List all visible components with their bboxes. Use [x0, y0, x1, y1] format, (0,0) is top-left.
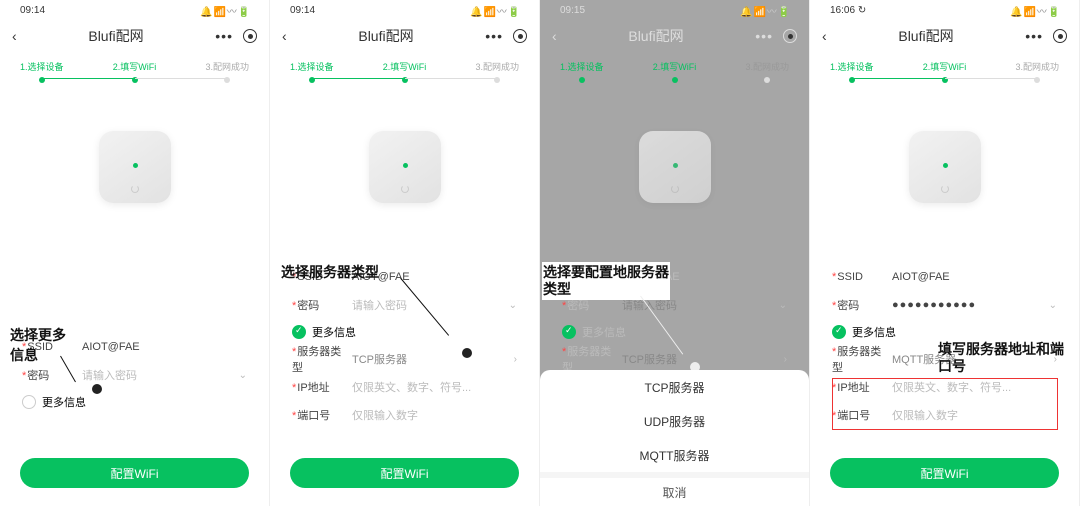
stepper: 1.选择设备 2.填写WiFi 3.配网成功	[810, 52, 1079, 83]
status-icons: 🔔 📶 〰 🔋	[200, 3, 249, 18]
chevron-down-icon[interactable]: ⌄	[239, 370, 247, 381]
configure-wifi-button[interactable]: 配置WiFi	[290, 458, 519, 488]
server-type-row[interactable]: 服务器类型MQTT服务器›	[832, 345, 1057, 373]
more-info-toggle[interactable]: 更多信息	[22, 389, 247, 415]
annotation-dot	[462, 348, 472, 358]
more-info-label: 更多信息	[42, 394, 86, 410]
nav-bar: ‹ Blufi配网 •••	[810, 20, 1079, 52]
ssid-label: SSID	[22, 341, 82, 353]
device-image	[99, 131, 171, 203]
target-icon[interactable]	[1053, 29, 1067, 43]
status-bar: 09:15 🔔 📶 〰 🔋	[540, 0, 809, 20]
clock: 09:15	[560, 5, 585, 16]
page-title: Blufi配网	[88, 26, 143, 46]
target-icon[interactable]	[783, 29, 797, 43]
sheet-item-tcp[interactable]: TCP服务器	[540, 370, 809, 404]
action-sheet: TCP服务器 UDP服务器 MQTT服务器 取消	[540, 370, 809, 506]
configure-wifi-button[interactable]: 配置WiFi	[20, 458, 249, 488]
nav-bar: ‹ Blufi配网 •••	[0, 20, 269, 52]
port-row[interactable]: 端口号仅限输入数字	[292, 401, 517, 429]
device-image	[369, 131, 441, 203]
page-title: Blufi配网	[628, 26, 683, 46]
screen-3: 09:15 🔔 📶 〰 🔋 ‹ Blufi配网 ••• 1.选择设备 2.填写W…	[540, 0, 810, 506]
status-bar: 09:14 🔔 📶 〰 🔋	[0, 0, 269, 20]
back-icon[interactable]: ‹	[282, 28, 287, 44]
ip-row[interactable]: IP地址仅限英文、数字、符号...	[292, 373, 517, 401]
target-icon[interactable]	[243, 29, 257, 43]
ssid-row[interactable]: SSIDAIOT@FAE	[292, 263, 517, 291]
clock: 09:14	[290, 5, 315, 16]
device-image	[909, 131, 981, 203]
more-menu-icon[interactable]: •••	[755, 28, 773, 44]
status-icons: 🔔 📶 〰 🔋	[740, 3, 789, 18]
page-title: Blufi配网	[898, 26, 953, 46]
status-icons: 🔔 📶 〰 🔋	[470, 3, 519, 18]
sheet-cancel[interactable]: 取消	[540, 472, 809, 506]
screen-4: 16:06 ↻ 🔔 📶 〰 🔋 ‹ Blufi配网 ••• 1.选择设备 2.填…	[810, 0, 1080, 506]
checkbox-on-icon	[562, 325, 576, 339]
page-title: Blufi配网	[358, 26, 413, 46]
sheet-item-mqtt[interactable]: MQTT服务器	[540, 438, 809, 472]
step-3: 3.配网成功	[205, 60, 249, 83]
status-icons: 🔔 📶 〰 🔋	[1010, 3, 1059, 18]
checkbox-icon[interactable]	[22, 395, 36, 409]
clock: 16:06 ↻	[830, 5, 866, 16]
chevron-right-icon[interactable]: ›	[1054, 354, 1057, 365]
password-row[interactable]: 密码●●●●●●●●●●●⌄	[832, 291, 1057, 319]
chevron-down-icon[interactable]: ⌄	[1049, 300, 1057, 311]
password-value: ●●●●●●●●●●●	[892, 299, 976, 311]
step-1: 1.选择设备	[20, 60, 64, 83]
annotation-dot	[92, 384, 102, 394]
ssid-value: AIOT@FAE	[82, 341, 140, 353]
refresh-icon: ↻	[858, 5, 866, 16]
chevron-right-icon[interactable]: ›	[514, 354, 517, 365]
highlight-box	[832, 378, 1058, 430]
stepper: 1.选择设备 2.填写WiFi 3.配网成功	[270, 52, 539, 83]
nav-bar: ‹ Blufi配网 •••	[270, 20, 539, 52]
more-menu-icon[interactable]: •••	[485, 28, 503, 44]
status-bar: 09:14 🔔 📶 〰 🔋	[270, 0, 539, 20]
sheet-item-udp[interactable]: UDP服务器	[540, 404, 809, 438]
back-icon[interactable]: ‹	[12, 28, 17, 44]
device-image	[639, 131, 711, 203]
step-2: 2.填写WiFi	[113, 60, 157, 83]
ssid-row[interactable]: SSIDAIOT@FAE	[832, 263, 1057, 291]
stepper: 1.选择设备 2.填写WiFi 3.配网成功	[540, 52, 809, 83]
clock: 09:14	[20, 5, 45, 16]
screen-2: 09:14 🔔 📶 〰 🔋 ‹ Blufi配网 ••• 1.选择设备 2.填写W…	[270, 0, 540, 506]
chevron-down-icon[interactable]: ⌄	[509, 300, 517, 311]
status-bar: 16:06 ↻ 🔔 📶 〰 🔋	[810, 0, 1079, 20]
password-input[interactable]: 请输入密码	[82, 367, 137, 383]
more-menu-icon[interactable]: •••	[1025, 28, 1043, 44]
nav-bar: ‹ Blufi配网 •••	[540, 20, 809, 52]
password-row[interactable]: 密码请输入密码⌄	[292, 291, 517, 319]
more-menu-icon[interactable]: •••	[215, 28, 233, 44]
password-row[interactable]: 密码 请输入密码 ⌄	[22, 361, 247, 389]
target-icon[interactable]	[513, 29, 527, 43]
password-label: 密码	[22, 367, 82, 383]
back-icon[interactable]: ‹	[822, 28, 827, 44]
configure-wifi-button[interactable]: 配置WiFi	[830, 458, 1059, 488]
screen-1: 09:14 🔔 📶 〰 🔋 ‹ Blufi配网 ••• 1.选择设备 2.填写W…	[0, 0, 270, 506]
checkbox-on-icon[interactable]	[832, 325, 846, 339]
more-info-toggle[interactable]: 更多信息	[832, 319, 1057, 345]
more-info-toggle[interactable]: 更多信息	[292, 319, 517, 345]
stepper: 1.选择设备 2.填写WiFi 3.配网成功	[0, 52, 269, 83]
checkbox-on-icon[interactable]	[292, 325, 306, 339]
ssid-row[interactable]: SSID AIOT@FAE	[22, 333, 247, 361]
back-icon[interactable]: ‹	[552, 28, 557, 44]
server-type-row[interactable]: 服务器类型TCP服务器›	[292, 345, 517, 373]
